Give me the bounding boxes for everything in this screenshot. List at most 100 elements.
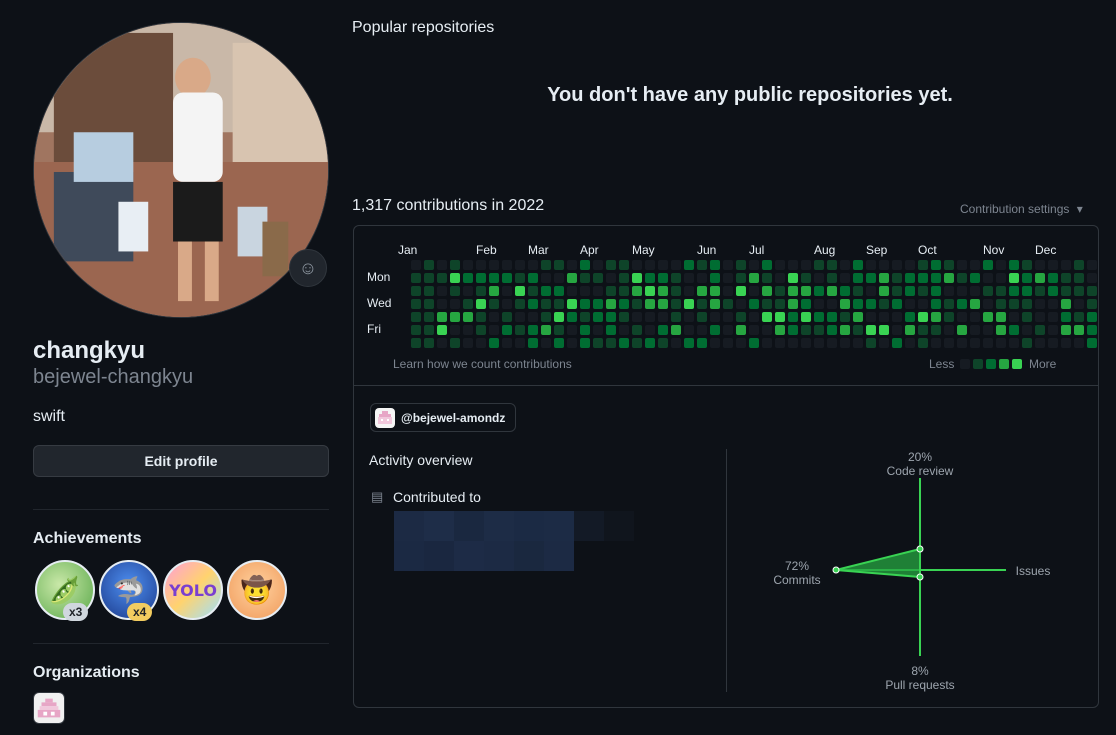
contribution-day[interactable] [983,338,993,348]
contribution-day[interactable] [892,325,902,335]
contribution-day[interactable] [814,312,824,322]
contribution-day[interactable] [450,325,460,335]
contribution-day[interactable] [853,273,863,283]
contribution-day[interactable] [1035,325,1045,335]
contribution-day[interactable] [606,312,616,322]
contribution-day[interactable] [918,273,928,283]
contribution-day[interactable] [645,299,655,309]
contribution-day[interactable] [1009,260,1019,270]
contribution-day[interactable] [1087,286,1097,296]
contribution-day[interactable] [944,273,954,283]
edit-profile-button[interactable]: Edit profile [33,445,329,477]
contribution-day[interactable] [697,299,707,309]
contribution-day[interactable] [957,299,967,309]
contribution-day[interactable] [944,338,954,348]
contribution-day[interactable] [671,312,681,322]
contribution-day[interactable] [554,260,564,270]
contribution-day[interactable] [476,273,486,283]
contribution-day[interactable] [853,338,863,348]
contribution-day[interactable] [918,299,928,309]
contribution-day[interactable] [658,286,668,296]
contribution-day[interactable] [853,260,863,270]
contribution-day[interactable] [905,338,915,348]
contribution-day[interactable] [554,286,564,296]
contribution-day[interactable] [749,286,759,296]
contribution-day[interactable] [554,312,564,322]
contribution-day[interactable] [541,286,551,296]
contribution-day[interactable] [814,299,824,309]
contribution-day[interactable] [541,312,551,322]
contribution-day[interactable] [996,312,1006,322]
contribution-day[interactable] [840,338,850,348]
contribution-day[interactable] [801,299,811,309]
contribution-day[interactable] [1035,299,1045,309]
contribution-day[interactable] [1061,338,1071,348]
contribution-day[interactable] [983,299,993,309]
contribution-day[interactable] [996,260,1006,270]
contribution-day[interactable] [736,312,746,322]
contribution-day[interactable] [1022,273,1032,283]
contribution-day[interactable] [424,325,434,335]
contribution-day[interactable] [541,260,551,270]
contribution-day[interactable] [424,260,434,270]
contribution-day[interactable] [593,325,603,335]
contribution-day[interactable] [827,338,837,348]
contribution-day[interactable] [463,286,473,296]
contribution-day[interactable] [710,286,720,296]
contribution-day[interactable] [619,260,629,270]
contribution-day[interactable] [1048,286,1058,296]
contribution-day[interactable] [1048,338,1058,348]
contribution-day[interactable] [437,299,447,309]
contribution-day[interactable] [684,312,694,322]
contribution-day[interactable] [827,286,837,296]
contribution-day[interactable] [1009,286,1019,296]
contribution-day[interactable] [905,273,915,283]
contribution-day[interactable] [1022,338,1032,348]
contribution-day[interactable] [983,312,993,322]
contribution-day[interactable] [814,260,824,270]
contribution-day[interactable] [1048,299,1058,309]
contribution-day[interactable] [450,312,460,322]
contribution-day[interactable] [788,273,798,283]
contribution-day[interactable] [853,286,863,296]
contribution-day[interactable] [775,338,785,348]
contribution-day[interactable] [905,286,915,296]
contribution-day[interactable] [567,260,577,270]
contribution-day[interactable] [710,260,720,270]
contribution-day[interactable] [437,260,447,270]
contribution-day[interactable] [762,338,772,348]
contribution-day[interactable] [736,338,746,348]
contribution-day[interactable] [1009,273,1019,283]
contribution-day[interactable] [879,299,889,309]
contribution-day[interactable] [619,299,629,309]
contribution-day[interactable] [632,286,642,296]
contribution-day[interactable] [983,273,993,283]
contribution-day[interactable] [580,312,590,322]
contribution-day[interactable] [970,312,980,322]
contribution-day[interactable] [567,338,577,348]
contribution-day[interactable] [632,299,642,309]
contribution-day[interactable] [1074,338,1084,348]
contribution-day[interactable] [658,260,668,270]
contribution-day[interactable] [1022,299,1032,309]
contribution-day[interactable] [1087,260,1097,270]
contribution-day[interactable] [463,273,473,283]
contribution-day[interactable] [710,273,720,283]
contribution-day[interactable] [619,338,629,348]
contribution-day[interactable] [827,299,837,309]
contribution-day[interactable] [619,286,629,296]
contribution-day[interactable] [424,338,434,348]
contribution-day[interactable] [749,338,759,348]
contribution-day[interactable] [879,325,889,335]
contribution-day[interactable] [554,299,564,309]
contribution-day[interactable] [801,312,811,322]
contribution-day[interactable] [788,286,798,296]
contribution-day[interactable] [970,260,980,270]
contribution-day[interactable] [658,312,668,322]
contribution-day[interactable] [918,325,928,335]
achievements-title[interactable]: Achievements [33,530,142,548]
contribution-day[interactable] [489,325,499,335]
contribution-day[interactable] [424,286,434,296]
contribution-day[interactable] [528,260,538,270]
contribution-day[interactable] [671,338,681,348]
